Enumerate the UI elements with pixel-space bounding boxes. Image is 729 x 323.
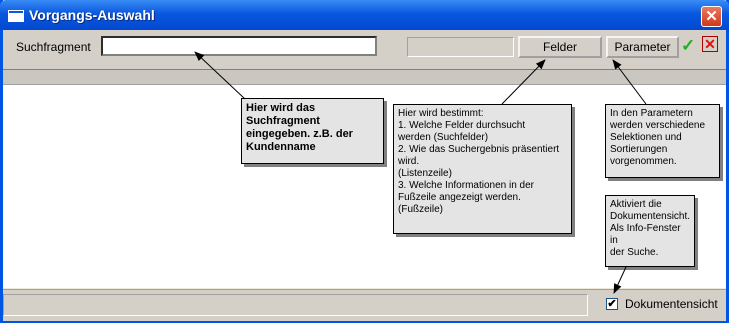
checkbox-label: Dokumentensicht (625, 297, 718, 311)
search-label: Suchfragment (16, 40, 91, 54)
footer-info-field (3, 294, 588, 316)
title-bar[interactable]: Vorgangs-Auswahl ✕ (0, 0, 729, 30)
annotation-parameter: In den Parametern werden verschiedene Se… (605, 104, 720, 178)
felder-button[interactable]: Felder (518, 36, 602, 58)
toolbar-separator (3, 63, 726, 70)
search-input[interactable] (101, 36, 377, 56)
status-field (407, 37, 514, 57)
ok-check-icon[interactable]: ✓ (681, 36, 695, 56)
cancel-x-icon[interactable]: ✕ (702, 36, 718, 52)
footer-bar: ✔ Dokumentensicht (3, 289, 726, 321)
toolbar: Suchfragment Felder Parameter ✓ ✕ (3, 30, 726, 63)
checkbox-box[interactable]: ✔ (606, 298, 618, 310)
annotation-felder: Hier wird bestimmt: 1. Welche Felder dur… (393, 104, 572, 234)
parameter-button[interactable]: Parameter (606, 36, 679, 58)
window-title: Vorgangs-Auswahl (29, 7, 155, 23)
list-header (3, 70, 726, 85)
window-icon (8, 10, 24, 22)
close-button[interactable]: ✕ (701, 6, 722, 27)
annotation-dokumentensicht: Aktiviert die Dokumentensicht. Als Info-… (605, 195, 695, 267)
annotation-suchfragment: Hier wird das Suchfragment eingegeben. z… (241, 98, 384, 164)
